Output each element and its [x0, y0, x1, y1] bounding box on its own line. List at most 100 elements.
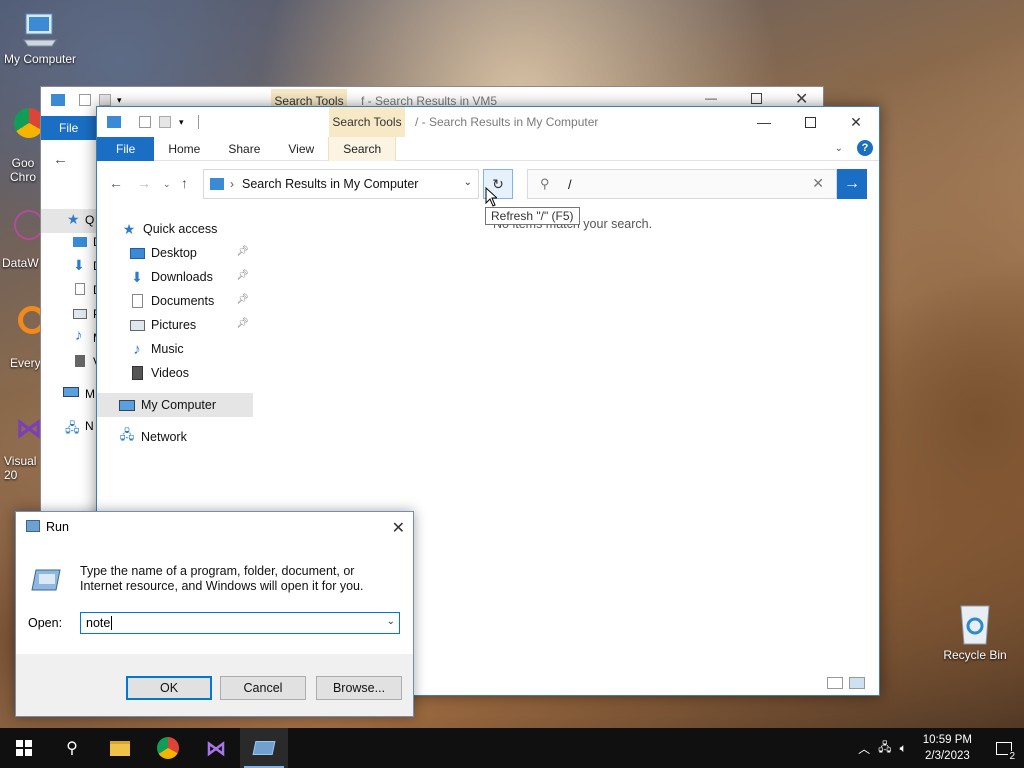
minimize-icon[interactable]: — [705, 91, 717, 105]
mouse-cursor-icon [485, 187, 497, 207]
taskbar-visual-studio[interactable]: ⋈ [192, 728, 240, 768]
back-arrow-icon[interactable]: ← [109, 175, 123, 191]
tab-share[interactable]: Share [214, 137, 274, 161]
chevron-down-icon[interactable]: ▾ [117, 95, 122, 106]
pictures-icon [129, 317, 145, 333]
search-go-button[interactable]: → [837, 169, 867, 199]
search-icon: ⚲ [540, 176, 550, 191]
cancel-button[interactable]: Cancel [220, 676, 306, 700]
close-button[interactable]: ✕ [833, 107, 879, 137]
nav-my-computer[interactable]: My Computer [97, 393, 253, 417]
nav-label: My Computer [141, 398, 217, 412]
nav-quick-access[interactable]: ★ Quick access [97, 217, 253, 241]
network-icon: 🖧 [119, 427, 135, 442]
network-icon[interactable]: 🖧 [878, 738, 891, 759]
taskbar-chrome[interactable] [144, 728, 192, 768]
taskbar-run[interactable] [240, 728, 288, 768]
nav-videos[interactable]: Videos [97, 361, 253, 385]
notification-center-button[interactable]: 2 [984, 728, 1024, 768]
browse-button[interactable]: Browse... [316, 676, 402, 700]
address-bar[interactable]: › Search Results in My Computer ⌄ [203, 169, 479, 199]
clock[interactable]: 10:59 PM 2/3/2023 [923, 732, 972, 764]
chevron-down-icon[interactable]: ⌄ [464, 177, 472, 188]
taskbar-search-button[interactable]: ⚲ [48, 728, 96, 768]
network-icon: 🖧 [65, 420, 80, 435]
windows-logo-icon [16, 740, 32, 756]
run-description: Type the name of a program, folder, docu… [80, 564, 364, 593]
music-icon: ♪ [75, 327, 83, 344]
tab-search[interactable]: Search [328, 136, 397, 161]
maximize-icon[interactable] [751, 93, 762, 104]
chevron-up-icon[interactable]: ︿ [858, 740, 870, 757]
downloads-icon: ⬇ [131, 268, 143, 285]
music-icon: ♪ [133, 340, 141, 358]
up-arrow-icon[interactable]: ↑ [181, 175, 188, 191]
back-arrow-icon[interactable]: ← [53, 151, 68, 168]
visual-studio-icon: ⋈ [206, 737, 226, 760]
properties-icon[interactable] [139, 116, 151, 128]
desktop-icon-label: Recycle Bin [943, 648, 1007, 662]
pin-icon[interactable]: 📌︎ [236, 270, 249, 281]
tab-home[interactable]: Home [154, 137, 214, 161]
desktop-icon [73, 237, 87, 247]
run-dialog[interactable]: Run ✕ Type the name of a program, folder… [15, 511, 414, 717]
videos-icon [75, 355, 85, 367]
refresh-tooltip: Refresh "/" (F5) [485, 207, 580, 225]
desktop-icon-label: Every [10, 356, 41, 370]
nav-label: Network [141, 430, 187, 444]
arrow-right-icon: → [844, 175, 860, 192]
open-input[interactable]: note ⌄ [80, 612, 400, 634]
details-view-icon[interactable] [827, 677, 843, 689]
ok-button[interactable]: OK [126, 676, 212, 700]
folder-icon [107, 116, 121, 128]
nav-network[interactable]: 🖧 Network [97, 425, 253, 449]
taskbar-file-explorer[interactable] [96, 728, 144, 768]
search-value: / [568, 177, 572, 192]
maximize-button[interactable] [787, 107, 833, 137]
forward-arrow-icon[interactable]: → [137, 175, 151, 191]
new-folder-icon[interactable] [159, 116, 171, 128]
run-program-icon [31, 569, 61, 591]
breadcrumb-chevron-icon[interactable]: › [230, 177, 234, 191]
text-caret [111, 616, 113, 630]
nav-pictures[interactable]: Pictures 📌︎ [97, 313, 253, 337]
pin-icon[interactable]: 📌︎ [236, 318, 249, 329]
navigation-pane: ★ Quick access Desktop 📌︎ ⬇ Downloads 📌︎… [97, 217, 253, 449]
pin-icon[interactable]: 📌︎ [236, 294, 249, 305]
desktop-icon-recycle-bin[interactable]: Recycle Bin [935, 602, 1015, 662]
nav-label: Quick access [143, 222, 218, 236]
nav-desktop[interactable]: Desktop 📌︎ [97, 241, 253, 265]
nav-documents[interactable]: Documents 📌︎ [97, 289, 253, 313]
start-button[interactable] [0, 728, 48, 768]
nav-music[interactable]: ♪ Music [97, 337, 253, 361]
minimize-button[interactable]: — [741, 107, 787, 137]
address-text: Search Results in My Computer [242, 177, 419, 191]
help-icon[interactable]: ? [857, 140, 873, 156]
recent-locations-icon[interactable]: ⌄ [163, 179, 171, 190]
star-icon: ★ [67, 211, 80, 227]
star-icon: ★ [122, 220, 136, 237]
nav-downloads[interactable]: ⬇ Downloads 📌︎ [97, 265, 253, 289]
titlebar: ▾ Search Tools / - Search Results in My … [97, 107, 879, 137]
pin-icon[interactable]: 📌︎ [236, 246, 249, 257]
view-toggle [827, 677, 865, 689]
desktop-icon-my-computer[interactable]: My Computer [0, 10, 80, 66]
volume-icon[interactable]: 🔈︎ [900, 741, 907, 756]
chevron-down-icon[interactable]: ▾ [179, 117, 184, 128]
file-tab[interactable]: File [41, 116, 97, 140]
chrome-icon [157, 737, 179, 759]
quick-access-toolbar: ▾ [97, 115, 199, 129]
clear-search-icon[interactable]: ✕ [812, 175, 824, 192]
tab-view[interactable]: View [274, 137, 328, 161]
open-input-value: note [86, 616, 111, 630]
run-title: Run [46, 520, 69, 534]
nav-letter: Q [85, 213, 95, 227]
expand-ribbon-icon[interactable]: ⌄ [835, 143, 843, 154]
documents-icon [129, 293, 145, 309]
search-input[interactable]: ⚲ / ✕ [527, 169, 837, 199]
chevron-down-icon[interactable]: ⌄ [387, 616, 395, 627]
nav-letter: M [85, 387, 95, 401]
large-icons-view-icon[interactable] [849, 677, 865, 689]
tab-file[interactable]: File [97, 136, 155, 161]
close-icon[interactable]: ✕ [392, 518, 405, 538]
